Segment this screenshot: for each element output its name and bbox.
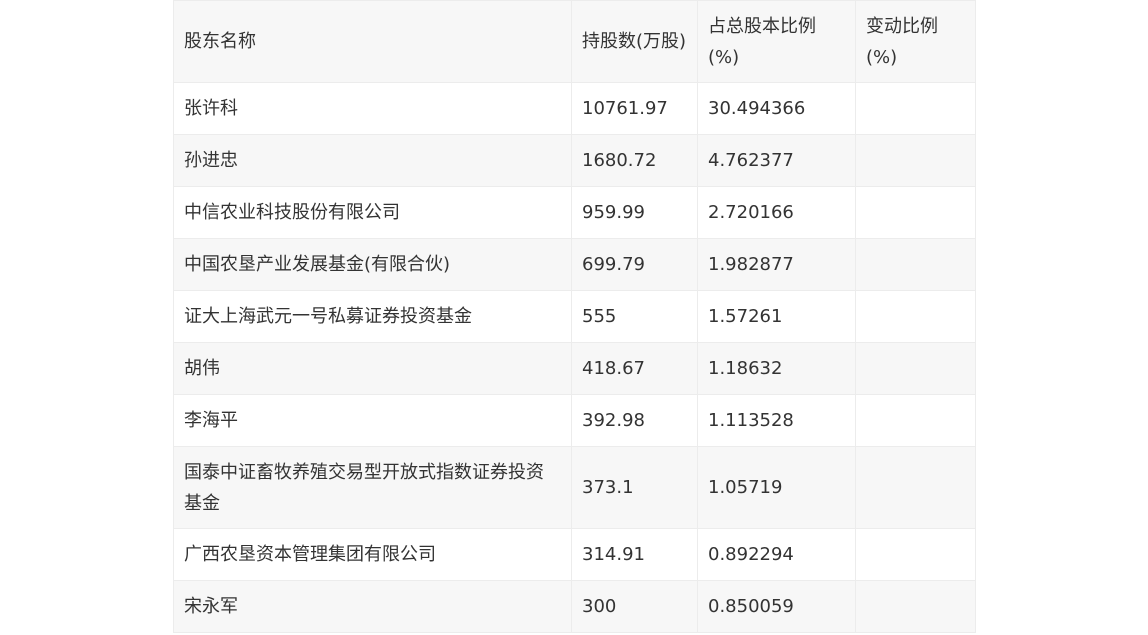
shareholder-table: 股东名称 持股数(万股) 占总股本比例(%) 变动比例(%) 张许科 10761…: [173, 0, 976, 633]
header-shareholder-name: 股东名称: [173, 0, 572, 83]
table-row: 胡伟 418.67 1.18632: [173, 342, 976, 395]
cell-shares: 1680.72: [571, 134, 698, 187]
cell-shares: 699.79: [571, 238, 698, 291]
table-row: 宋永军 300 0.850059: [173, 580, 976, 633]
cell-ratio: 0.892294: [697, 528, 856, 581]
cell-ratio: 1.113528: [697, 394, 856, 447]
cell-shares: 418.67: [571, 342, 698, 395]
cell-ratio: 30.494366: [697, 82, 856, 135]
cell-name: 广西农垦资本管理集团有限公司: [173, 528, 572, 581]
cell-ratio: 1.982877: [697, 238, 856, 291]
table-row: 证大上海武元一号私募证券投资基金 555 1.57261: [173, 290, 976, 343]
table-row: 张许科 10761.97 30.494366: [173, 82, 976, 135]
cell-name: 胡伟: [173, 342, 572, 395]
table-row: 广西农垦资本管理集团有限公司 314.91 0.892294: [173, 528, 976, 581]
cell-ratio: 1.18632: [697, 342, 856, 395]
cell-shares: 555: [571, 290, 698, 343]
table-row: 孙进忠 1680.72 4.762377: [173, 134, 976, 187]
header-change: 变动比例(%): [855, 0, 976, 83]
cell-ratio: 2.720166: [697, 186, 856, 239]
cell-change: [855, 238, 976, 291]
cell-name: 宋永军: [173, 580, 572, 633]
cell-name: 证大上海武元一号私募证券投资基金: [173, 290, 572, 343]
table-header-row: 股东名称 持股数(万股) 占总股本比例(%) 变动比例(%): [173, 0, 976, 83]
cell-change: [855, 394, 976, 447]
cell-shares: 373.1: [571, 446, 698, 529]
table-row: 国泰中证畜牧养殖交易型开放式指数证券投资基金 373.1 1.05719: [173, 446, 976, 529]
cell-shares: 314.91: [571, 528, 698, 581]
cell-change: [855, 446, 976, 529]
cell-change: [855, 580, 976, 633]
cell-change: [855, 290, 976, 343]
header-ratio: 占总股本比例(%): [697, 0, 856, 83]
cell-shares: 300: [571, 580, 698, 633]
cell-change: [855, 342, 976, 395]
cell-name: 孙进忠: [173, 134, 572, 187]
header-shares: 持股数(万股): [571, 0, 698, 83]
cell-ratio: 4.762377: [697, 134, 856, 187]
cell-name: 张许科: [173, 82, 572, 135]
cell-shares: 392.98: [571, 394, 698, 447]
cell-name: 国泰中证畜牧养殖交易型开放式指数证券投资基金: [173, 446, 572, 529]
cell-change: [855, 82, 976, 135]
cell-ratio: 1.05719: [697, 446, 856, 529]
cell-name: 李海平: [173, 394, 572, 447]
cell-ratio: 0.850059: [697, 580, 856, 633]
cell-shares: 10761.97: [571, 82, 698, 135]
cell-shares: 959.99: [571, 186, 698, 239]
cell-change: [855, 528, 976, 581]
cell-change: [855, 186, 976, 239]
shareholder-table-container: 股东名称 持股数(万股) 占总股本比例(%) 变动比例(%) 张许科 10761…: [173, 0, 976, 633]
table-row: 中信农业科技股份有限公司 959.99 2.720166: [173, 186, 976, 239]
table-row: 李海平 392.98 1.113528: [173, 394, 976, 447]
cell-ratio: 1.57261: [697, 290, 856, 343]
cell-change: [855, 134, 976, 187]
cell-name: 中国农垦产业发展基金(有限合伙): [173, 238, 572, 291]
table-row: 中国农垦产业发展基金(有限合伙) 699.79 1.982877: [173, 238, 976, 291]
cell-name: 中信农业科技股份有限公司: [173, 186, 572, 239]
